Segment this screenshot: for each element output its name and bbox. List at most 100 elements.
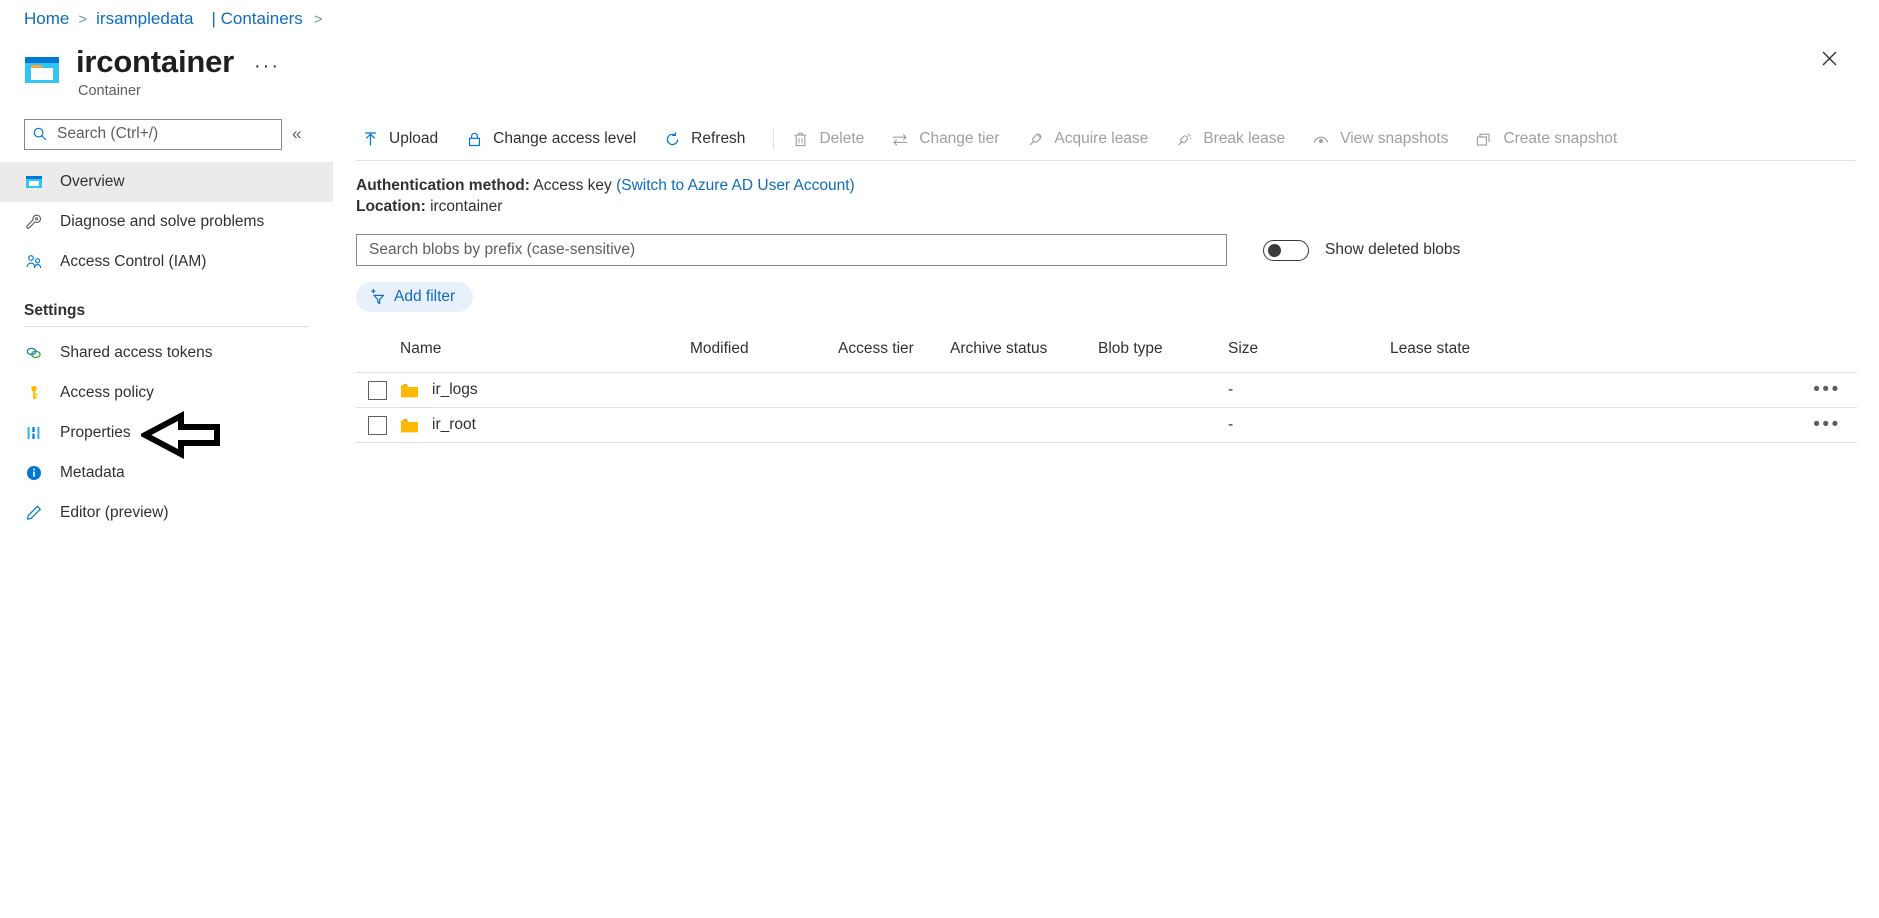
toolbar-label: Acquire lease	[1054, 130, 1149, 147]
sidebar-item-label: Access policy	[60, 384, 154, 401]
overview-icon	[24, 172, 44, 192]
row-actions-cell: •••	[1797, 415, 1857, 434]
refresh-icon	[662, 129, 682, 149]
table-row[interactable]: ir_root - •••	[356, 408, 1857, 443]
row-name-cell: ir_root	[400, 416, 690, 434]
command-toolbar: Upload Change access level Refresh Delet…	[356, 118, 1879, 160]
sidebar-item-shared-access-tokens[interactable]: Shared access tokens	[0, 333, 333, 373]
switch-auth-link[interactable]: (Switch to Azure AD User Account)	[616, 177, 855, 194]
sidebar-item-access-policy[interactable]: Access policy	[0, 373, 333, 413]
page-more-menu[interactable]: ···	[254, 48, 280, 76]
table-header-row: Name Modified Access tier Archive status…	[356, 334, 1857, 373]
break-lease-button[interactable]: Break lease	[1170, 123, 1297, 155]
row-name-label[interactable]: ir_logs	[432, 381, 478, 399]
sidebar: « Overview Diagnose and solve problems	[0, 118, 333, 533]
page-title: ircontainer	[76, 44, 235, 79]
add-filter-icon	[368, 288, 386, 306]
sidebar-item-access-control[interactable]: Access Control (IAM)	[0, 242, 333, 282]
plug-icon	[1025, 129, 1045, 149]
trash-icon	[790, 129, 810, 149]
folder-icon	[400, 417, 419, 434]
location-line: Location: ircontainer	[356, 196, 1879, 217]
sidebar-item-properties[interactable]: Properties	[0, 413, 333, 453]
row-name-label[interactable]: ir_root	[432, 416, 476, 434]
sidebar-search-box[interactable]	[24, 118, 282, 150]
search-input[interactable]	[55, 124, 273, 144]
folder-icon	[400, 382, 419, 399]
row-more-menu-icon[interactable]: •••	[1813, 415, 1840, 434]
show-deleted-blobs-row: Show deleted blobs	[1263, 239, 1461, 261]
change-tier-button[interactable]: Change tier	[886, 123, 1011, 155]
breadcrumb: Home > irsampledata | Containers >	[24, 9, 332, 29]
people-icon	[24, 252, 44, 272]
column-header-access-tier[interactable]: Access tier	[838, 340, 950, 358]
delete-button[interactable]: Delete	[786, 123, 876, 155]
breadcrumb-home[interactable]: Home	[24, 9, 69, 29]
sidebar-item-label: Properties	[60, 424, 131, 441]
upload-icon	[360, 129, 380, 149]
breadcrumb-separator-icon-2: >	[313, 10, 323, 28]
refresh-button[interactable]: Refresh	[658, 123, 757, 155]
column-header-size[interactable]: Size	[1228, 340, 1390, 358]
info-icon	[24, 463, 44, 483]
sidebar-item-label: Metadata	[60, 464, 125, 481]
page-subtitle: Container	[78, 83, 141, 99]
row-actions-cell: •••	[1797, 380, 1857, 399]
add-filter-label: Add filter	[394, 288, 456, 305]
sidebar-divider	[24, 326, 309, 327]
add-filter-button[interactable]: Add filter	[356, 282, 474, 312]
plug-broken-icon	[1174, 129, 1194, 149]
snapshot-create-icon	[1474, 129, 1494, 149]
column-header-name[interactable]: Name	[400, 340, 690, 358]
page-header: ircontainer ··· Container	[22, 44, 280, 99]
toolbar-label: View snapshots	[1340, 130, 1449, 147]
sidebar-item-editor[interactable]: Editor (preview)	[0, 493, 333, 533]
sidebar-item-label: Overview	[60, 173, 125, 190]
sidebar-item-overview[interactable]: Overview	[0, 162, 333, 202]
breadcrumb-containers[interactable]: | Containers	[211, 9, 302, 29]
toolbar-label: Change access level	[493, 130, 637, 147]
row-more-menu-icon[interactable]: •••	[1813, 380, 1840, 399]
add-filter-row: Add filter	[356, 282, 1879, 312]
close-icon[interactable]	[1813, 42, 1845, 74]
breadcrumb-account[interactable]: irsampledata	[96, 9, 193, 29]
row-name-cell: ir_logs	[400, 381, 690, 399]
blob-search-box[interactable]	[356, 234, 1227, 266]
show-deleted-blobs-toggle[interactable]	[1263, 239, 1309, 261]
view-snapshots-button[interactable]: View snapshots	[1307, 123, 1460, 155]
show-deleted-blobs-label: Show deleted blobs	[1325, 241, 1461, 258]
column-header-lease-state[interactable]: Lease state	[1390, 340, 1797, 358]
blob-search-input[interactable]	[367, 240, 1216, 260]
search-icon	[33, 127, 47, 141]
row-size: -	[1228, 416, 1234, 433]
toggle-knob	[1268, 243, 1281, 257]
blobs-table: Name Modified Access tier Archive status…	[356, 334, 1857, 443]
sidebar-search-row: «	[0, 118, 333, 150]
table-row[interactable]: ir_logs - •••	[356, 373, 1857, 408]
column-header-modified[interactable]: Modified	[690, 340, 838, 358]
toolbar-divider	[773, 128, 775, 150]
auth-method-value: Access key	[533, 177, 612, 194]
row-checkbox[interactable]	[368, 380, 387, 400]
toolbar-rule	[356, 160, 1855, 161]
toolbar-label: Change tier	[919, 130, 1000, 147]
row-checkbox-cell	[356, 380, 400, 400]
create-snapshot-button[interactable]: Create snapshot	[1470, 123, 1629, 155]
sidebar-nav: Overview Diagnose and solve problems Acc…	[0, 162, 333, 533]
column-header-blob-type[interactable]: Blob type	[1098, 340, 1228, 358]
upload-button[interactable]: Upload	[356, 123, 450, 155]
swap-icon	[890, 129, 910, 149]
sidebar-item-diagnose[interactable]: Diagnose and solve problems	[0, 202, 333, 242]
row-size: -	[1228, 381, 1234, 398]
snapshot-view-icon	[1311, 129, 1331, 149]
sidebar-item-metadata[interactable]: Metadata	[0, 453, 333, 493]
sidebar-item-label: Diagnose and solve problems	[60, 213, 265, 230]
change-access-level-button[interactable]: Change access level	[460, 123, 648, 155]
info-lines: Authentication method: Access key (Switc…	[356, 175, 1879, 217]
collapse-sidebar-icon[interactable]: «	[292, 124, 301, 144]
sidebar-item-label: Access Control (IAM)	[60, 253, 207, 270]
acquire-lease-button[interactable]: Acquire lease	[1021, 123, 1160, 155]
lock-icon	[464, 129, 484, 149]
column-header-archive-status[interactable]: Archive status	[950, 340, 1098, 358]
row-checkbox[interactable]	[368, 415, 387, 435]
